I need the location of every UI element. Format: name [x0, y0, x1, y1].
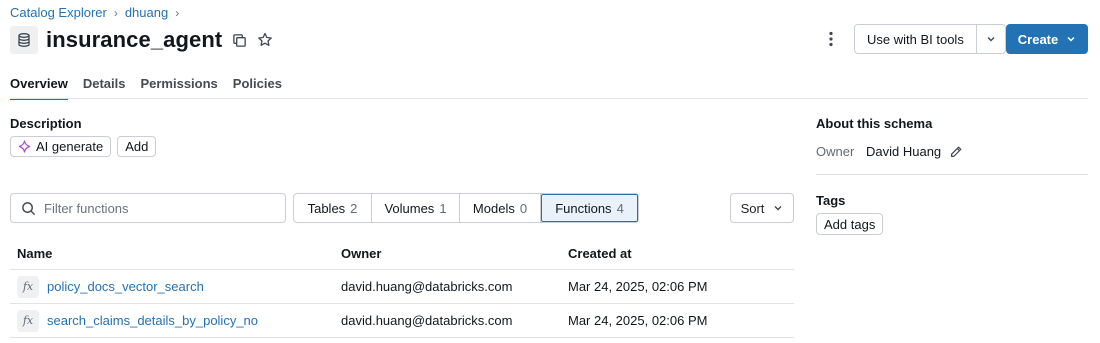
- ai-generate-label: AI generate: [36, 139, 104, 154]
- segment-models[interactable]: Models 0: [460, 194, 541, 222]
- function-icon: fx: [17, 309, 39, 332]
- tab-permissions[interactable]: Permissions: [140, 76, 217, 100]
- column-header-name[interactable]: Name: [10, 246, 341, 261]
- tab-overview[interactable]: Overview: [10, 76, 68, 100]
- object-type-segmented-control: Tables 2 Volumes 1 Models 0 Functions 4: [293, 193, 639, 223]
- ai-generate-button[interactable]: AI generate: [10, 136, 112, 157]
- table-row[interactable]: fx search_claims_details_by_policy_no da…: [10, 304, 794, 338]
- create-button[interactable]: Create: [1006, 24, 1088, 54]
- sort-label: Sort: [740, 200, 765, 216]
- owner-row: Owner David Huang: [816, 144, 1088, 159]
- segment-functions[interactable]: Functions 4: [541, 194, 638, 222]
- cell-name: fx policy_docs_vector_search: [10, 275, 341, 298]
- add-description-button[interactable]: Add: [117, 136, 157, 157]
- more-options-kebab-icon[interactable]: [822, 29, 840, 49]
- segment-count: 1: [439, 200, 447, 216]
- segment-count: 4: [616, 200, 624, 216]
- tab-details[interactable]: Details: [83, 76, 126, 100]
- owner-name: David Huang: [866, 144, 942, 159]
- breadcrumb-catalog-explorer[interactable]: Catalog Explorer: [10, 5, 107, 20]
- filter-functions-input[interactable]: [44, 200, 264, 216]
- bi-tools-dropdown-button[interactable]: [975, 25, 1005, 53]
- description-label: Description: [10, 116, 82, 131]
- about-schema-title: About this schema: [816, 116, 933, 131]
- cell-name: fx search_claims_details_by_policy_no: [10, 309, 341, 332]
- function-link[interactable]: policy_docs_vector_search: [47, 279, 204, 294]
- title-row: insurance_agent: [10, 26, 273, 54]
- filter-functions-field[interactable]: [10, 193, 286, 223]
- search-icon: [22, 201, 36, 215]
- column-header-owner[interactable]: Owner: [341, 246, 568, 261]
- star-icon[interactable]: [257, 32, 273, 48]
- segment-label: Tables: [307, 200, 346, 216]
- database-icon: [10, 26, 38, 54]
- tags-title: Tags: [816, 193, 846, 208]
- owner-label: Owner: [816, 144, 855, 159]
- page-title: insurance_agent: [46, 27, 223, 52]
- function-link[interactable]: search_claims_details_by_policy_no: [47, 313, 258, 328]
- segment-label: Models: [472, 200, 515, 216]
- copy-icon[interactable]: [232, 33, 247, 48]
- add-tags-button[interactable]: Add tags: [816, 213, 884, 235]
- segment-count: 2: [350, 200, 358, 216]
- breadcrumb-separator: ›: [113, 5, 118, 20]
- tab-bar: Overview Details Permissions Policies: [10, 76, 282, 100]
- breadcrumb-separator: ›: [175, 5, 180, 20]
- side-divider: [816, 174, 1088, 175]
- table-header: Name Owner Created at: [10, 237, 794, 270]
- use-with-bi-tools-button[interactable]: Use with BI tools: [855, 25, 976, 53]
- cell-created-at: Mar 24, 2025, 02:06 PM: [568, 279, 708, 294]
- breadcrumb: Catalog Explorer › dhuang ›: [10, 5, 186, 20]
- tabs-divider: [10, 98, 1088, 99]
- breadcrumb-dhuang[interactable]: dhuang: [125, 5, 168, 20]
- create-button-label: Create: [1017, 31, 1059, 47]
- chevron-down-icon: [774, 206, 782, 211]
- column-header-created-at[interactable]: Created at: [568, 246, 794, 261]
- segment-volumes[interactable]: Volumes 1: [372, 194, 460, 222]
- cell-owner: david.huang@databricks.com: [341, 279, 513, 294]
- pencil-edit-icon[interactable]: [949, 145, 963, 159]
- description-actions: AI generate Add: [10, 136, 157, 157]
- segment-label: Volumes: [384, 200, 435, 216]
- segment-count: 0: [519, 200, 528, 216]
- functions-table: Name Owner Created at fx policy_docs_vec…: [10, 237, 794, 338]
- bi-tools-split-button: Use with BI tools: [854, 24, 1006, 54]
- tab-policies[interactable]: Policies: [233, 76, 282, 100]
- cell-created-at: Mar 24, 2025, 02:06 PM: [568, 313, 708, 328]
- sort-button[interactable]: Sort: [730, 193, 794, 223]
- segment-label: Functions: [555, 200, 612, 216]
- sparkle-icon: [18, 140, 31, 153]
- chevron-down-icon: [987, 37, 995, 42]
- chevron-down-icon: [1067, 36, 1075, 42]
- segment-tables[interactable]: Tables 2: [294, 194, 372, 222]
- table-row[interactable]: fx policy_docs_vector_search david.huang…: [10, 270, 794, 304]
- function-icon: fx: [17, 275, 39, 298]
- about-schema-panel: About this schema Owner David Huang: [816, 116, 1088, 159]
- cell-owner: david.huang@databricks.com: [341, 313, 513, 328]
